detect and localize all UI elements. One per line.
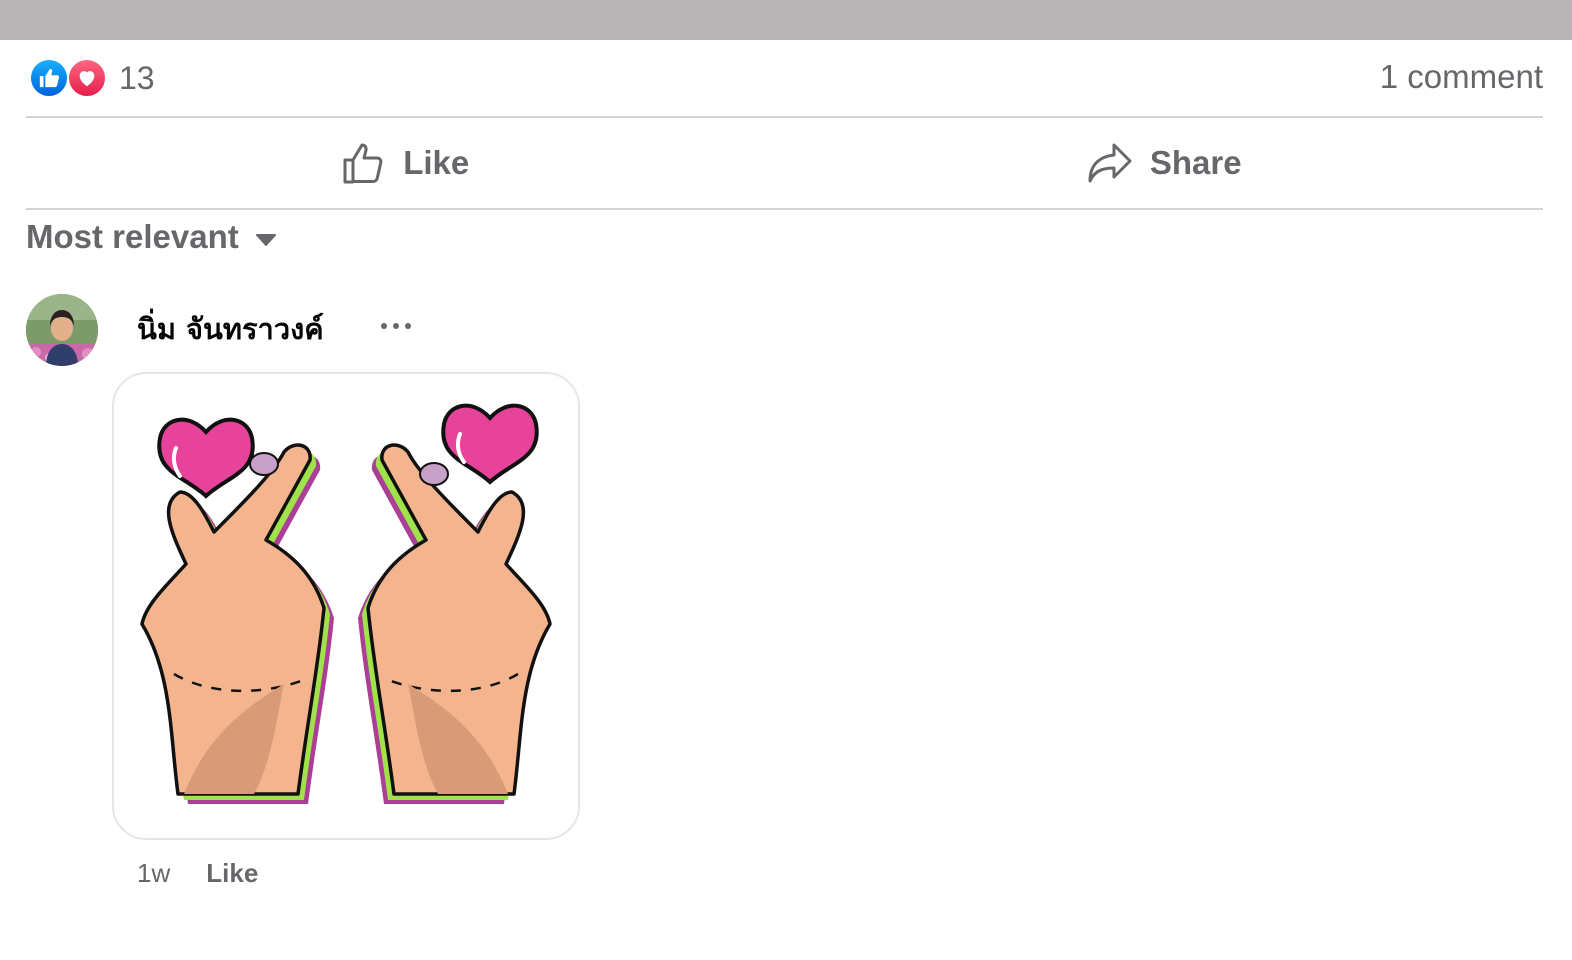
comment-count-link[interactable]: 1 comment xyxy=(1380,58,1543,96)
comment-like-link[interactable]: Like xyxy=(206,858,258,889)
right-heart-icon xyxy=(441,403,539,485)
reactions-summary[interactable]: 13 xyxy=(29,57,155,99)
thumbs-up-icon xyxy=(343,143,383,184)
top-bar xyxy=(0,0,1572,40)
more-options-icon[interactable] xyxy=(378,316,414,336)
left-hand-icon xyxy=(140,443,334,804)
share-button-label: Share xyxy=(1149,144,1242,181)
comment-timestamp[interactable]: 1w xyxy=(137,858,170,889)
finger-heart-hands-sticker[interactable] xyxy=(112,372,580,840)
caret-down-icon xyxy=(255,234,276,246)
post-actions: Like Share xyxy=(26,118,1543,210)
sort-label: Most relevant xyxy=(26,218,239,255)
comment-meta: 1w Like xyxy=(137,858,258,889)
comment-sort-dropdown[interactable]: Most relevant xyxy=(26,218,277,256)
like-reaction-icon xyxy=(29,58,69,98)
share-button[interactable]: Share xyxy=(785,118,1544,208)
like-button[interactable]: Like xyxy=(26,118,785,208)
post-stats: 13 1 comment xyxy=(26,40,1543,118)
avatar[interactable] xyxy=(26,294,98,366)
right-hand-icon xyxy=(358,443,552,804)
love-reaction-icon xyxy=(67,58,107,98)
left-heart-icon xyxy=(157,417,255,499)
like-button-label: Like xyxy=(403,144,470,181)
comment-author-name[interactable]: นิ่ม จันทราวงค์ xyxy=(137,306,324,352)
share-arrow-icon xyxy=(1088,143,1132,183)
reaction-count: 13 xyxy=(119,59,155,96)
